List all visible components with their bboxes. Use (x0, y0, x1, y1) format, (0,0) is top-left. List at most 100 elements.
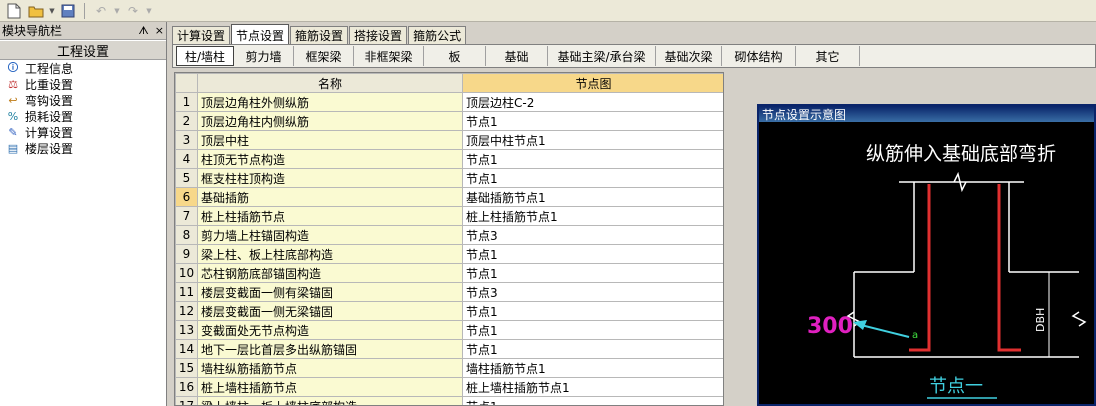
subtab[interactable]: 剪力墙 (234, 46, 295, 66)
settings-table: 名称 节点图 1 顶层边角柱外侧纵筋 顶层边柱C-2 2 顶层边角柱内侧纵筋 节点1 3 顶层… (174, 72, 724, 406)
nav-item[interactable]: ✎ 计算设置 (0, 124, 166, 140)
preview-title[interactable]: 节点设置示意图 (759, 106, 1094, 122)
toolbar: ▼ ↶ ▼ ↷ ▼ (0, 0, 1096, 22)
row-number: 17 (175, 396, 198, 405)
row-node-cell[interactable]: 桩上墙柱插筋节点1 (462, 377, 723, 397)
row-node-cell[interactable]: 基础插筋节点1 (462, 187, 723, 207)
table-row[interactable]: 9 梁上柱、板上柱底部构造 节点1 (175, 244, 723, 264)
nav-item[interactable]: ↩ 弯钩设置 (0, 92, 166, 108)
nav-item-label: 楼层设置 (25, 141, 74, 156)
nav-item[interactable]: % 损耗设置 (0, 108, 166, 124)
table-row[interactable]: 4 柱顶无节点构造 节点1 (175, 149, 723, 169)
row-number: 16 (175, 377, 198, 397)
rebar-right (997, 184, 1021, 352)
table-row[interactable]: 6 基础插筋 基础插筋节点1 (175, 187, 723, 207)
subtab[interactable]: 板 (424, 46, 487, 66)
tab[interactable]: 箍筋设置 (290, 26, 349, 44)
pin-icon[interactable]: ᗑ (138, 24, 148, 38)
toolbar-separator (84, 2, 85, 19)
row-node-cell[interactable]: 顶层中柱节点1 (462, 130, 723, 150)
subtab[interactable]: 基础次梁 (656, 46, 723, 66)
table-row[interactable]: 11 楼层变截面一侧有梁锚固 节点3 (175, 282, 723, 302)
corner-header (175, 73, 198, 93)
row-name-cell: 变截面处无节点构造 (197, 320, 463, 340)
row-node-cell[interactable]: 节点3 (462, 225, 723, 245)
row-node-cell[interactable]: 节点1 (462, 396, 723, 405)
row-name-cell: 梁上柱、板上柱底部构造 (197, 244, 463, 264)
table-row[interactable]: 12 楼层变截面一侧无梁锚固 节点1 (175, 301, 723, 321)
diagram-caption: 节点一 (929, 376, 983, 397)
row-name-cell: 顶层边角柱内侧纵筋 (197, 111, 463, 131)
nav-item[interactable]: ▤ 楼层设置 (0, 140, 166, 156)
panel-header[interactable]: 工程设置 (0, 40, 166, 60)
row-number: 3 (175, 130, 198, 150)
table-row[interactable]: 5 框支柱柱顶构造 节点1 (175, 168, 723, 188)
subtab[interactable]: 非框架梁 (354, 46, 425, 66)
row-node-cell[interactable]: 节点1 (462, 339, 723, 359)
row-node-cell[interactable]: 节点1 (462, 168, 723, 188)
table-row[interactable]: 17梁上墙柱、板上墙柱底部构造节点1 (175, 396, 723, 405)
open-folder-icon[interactable] (26, 2, 46, 20)
tab[interactable]: 搭接设置 (349, 26, 408, 44)
node-diagram: 纵筋伸入基础底部弯折 DBH a 300 节点一 (807, 143, 1087, 399)
row-node-cell[interactable]: 顶层边柱C-2 (462, 92, 723, 112)
row-node-cell[interactable]: 节点1 (462, 244, 723, 264)
subtab[interactable]: 框架梁 (294, 46, 355, 66)
row-node-cell[interactable]: 桩上柱插筋节点1 (462, 206, 723, 226)
row-number: 12 (175, 301, 198, 321)
subtab[interactable]: 砌体结构 (722, 46, 797, 66)
table-row[interactable]: 8 剪力墙上柱锚固构造 节点3 (175, 225, 723, 245)
nav-item[interactable]: ⚖ 比重设置 (0, 76, 166, 92)
table-row[interactable]: 15 墙柱纵筋插筋节点 墙柱插筋节点1 (175, 358, 723, 378)
undo-dropdown-icon[interactable]: ▼ (113, 2, 121, 20)
row-name-cell: 剪力墙上柱锚固构造 (197, 225, 463, 245)
tab[interactable]: 箍筋公式 (408, 26, 467, 44)
close-icon[interactable]: × (155, 24, 164, 38)
new-file-icon[interactable] (4, 2, 24, 20)
row-number: 10 (175, 263, 198, 283)
name-column-header[interactable]: 名称 (197, 73, 463, 93)
row-name-cell: 桩上柱插筋节点 (197, 206, 463, 226)
table-row[interactable]: 1 顶层边角柱外侧纵筋 顶层边柱C-2 (175, 92, 723, 112)
row-name-cell: 地下一层比首层多出纵筋锚固 (197, 339, 463, 359)
open-dropdown-icon[interactable]: ▼ (48, 2, 56, 20)
subtab[interactable]: 基础 (486, 46, 549, 66)
table-row[interactable]: 14 地下一层比首层多出纵筋锚固 节点1 (175, 339, 723, 359)
redo-icon[interactable]: ↷ (123, 2, 143, 20)
table-row[interactable]: 3 顶层中柱 顶层中柱节点1 (175, 130, 723, 150)
row-name-cell: 顶层边角柱外侧纵筋 (197, 92, 463, 112)
panel-titlebar: 模块导航栏 ᗑ × (0, 22, 166, 40)
node-column-header[interactable]: 节点图 (462, 73, 723, 93)
save-icon[interactable] (58, 2, 78, 20)
row-number: 13 (175, 320, 198, 340)
row-name-cell: 楼层变截面一侧无梁锚固 (197, 301, 463, 321)
table-row[interactable]: 2 顶层边角柱内侧纵筋 节点1 (175, 111, 723, 131)
subtab[interactable]: 基础主梁/承台梁 (548, 46, 657, 66)
table-row[interactable]: 10 芯柱钢筋底部锚固构造 节点1 (175, 263, 723, 283)
tab[interactable]: 节点设置 (231, 24, 290, 45)
undo-icon[interactable]: ↶ (91, 2, 111, 20)
row-node-cell[interactable]: 墙柱插筋节点1 (462, 358, 723, 378)
subtab[interactable]: 其它 (796, 46, 861, 66)
table-row[interactable]: 13 变截面处无节点构造 节点1 (175, 320, 723, 340)
row-name-cell: 柱顶无节点构造 (197, 149, 463, 169)
callout-arrow (856, 323, 910, 338)
table-row[interactable]: 7 桩上柱插筋节点 桩上柱插筋节点1 (175, 206, 723, 226)
row-node-cell[interactable]: 节点1 (462, 149, 723, 169)
row-node-cell[interactable]: 节点1 (462, 263, 723, 283)
hook-a-label: a (912, 330, 918, 341)
row-node-cell[interactable]: 节点1 (462, 301, 723, 321)
tab[interactable]: 计算设置 (172, 26, 231, 44)
row-name-cell: 基础插筋 (197, 187, 463, 207)
row-node-cell[interactable]: 节点3 (462, 282, 723, 302)
row-name-cell: 楼层变截面一侧有梁锚固 (197, 282, 463, 302)
row-node-cell[interactable]: 节点1 (462, 320, 723, 340)
nav-item-label: 弯钩设置 (25, 93, 74, 108)
subtab[interactable]: 柱/墙柱 (176, 46, 235, 66)
redo-dropdown-icon[interactable]: ▼ (145, 2, 153, 20)
table-row[interactable]: 16 桩上墙柱插筋节点 桩上墙柱插筋节点1 (175, 377, 723, 397)
floor-icon: ▤ (7, 141, 19, 155)
row-number: 7 (175, 206, 198, 226)
row-node-cell[interactable]: 节点1 (462, 111, 723, 131)
nav-item[interactable]: 🛈 工程信息 (0, 60, 166, 76)
